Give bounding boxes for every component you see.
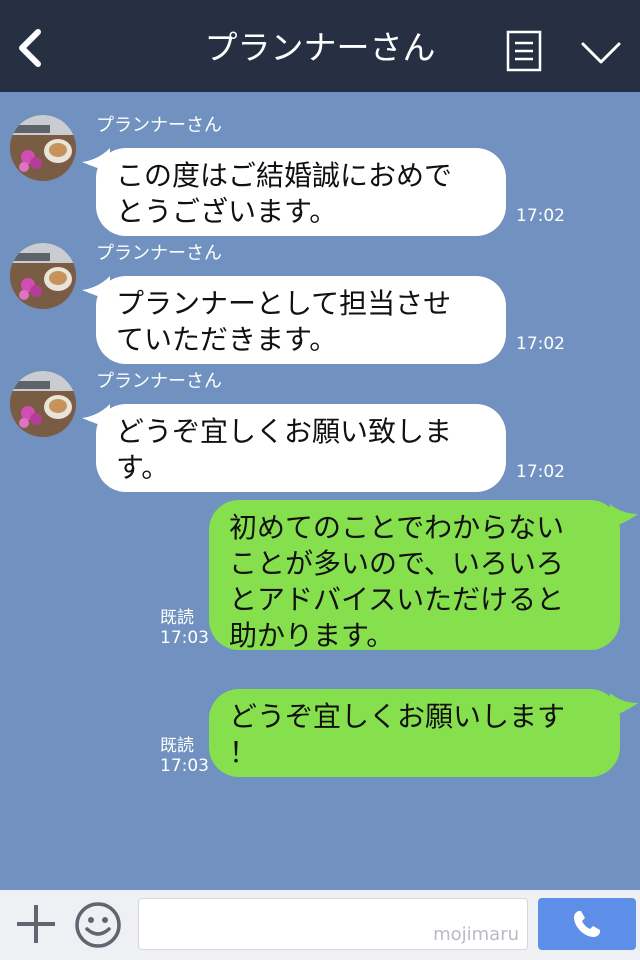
message-time: 17:02 (516, 334, 565, 354)
message-bubble[interactable]: どうぞ宜しくお願いします ！ (209, 689, 620, 777)
message-bubble[interactable]: 初めてのことでわからない ことが多いので、いろいろ とアドバイスいただけると 助… (209, 500, 620, 652)
bubble-tail (610, 693, 638, 717)
avatar-photo-icon (10, 243, 76, 309)
message-time: 17:02 (516, 462, 565, 482)
read-receipt: 既読 (160, 736, 194, 756)
message-bubble[interactable]: プランナーとして担当させ ていただきます。 (96, 276, 506, 364)
message-time: 17:02 (516, 206, 565, 226)
chevron-down-icon[interactable] (580, 40, 622, 66)
message-bubble[interactable]: この度はご結婚誠におめで とうございます。 (96, 148, 506, 236)
avatar[interactable] (10, 243, 76, 309)
smiley-icon[interactable] (74, 901, 122, 949)
message-bubble[interactable]: どうぞ宜しくお願い致しま す。 (96, 404, 506, 492)
chat-area[interactable]: プランナーさん この度はご結婚誠におめで とうございます。 17:02 プランナ… (0, 92, 640, 890)
sender-name: プランナーさん (96, 115, 222, 136)
avatar[interactable] (10, 371, 76, 437)
list-icon[interactable] (506, 30, 542, 72)
watermark: mojimaru (433, 924, 519, 945)
chat-header: プランナーさん (0, 0, 640, 92)
plus-icon[interactable] (16, 902, 56, 946)
message-time: 17:03 (160, 628, 209, 648)
phone-icon (574, 911, 600, 937)
avatar-photo-icon (10, 371, 76, 437)
avatar-photo-icon (10, 115, 76, 181)
read-receipt: 既読 (160, 608, 194, 628)
chat-title: プランナーさん (204, 28, 436, 67)
avatar[interactable] (10, 115, 76, 181)
message-input[interactable]: mojimaru (138, 898, 528, 950)
bubble-tail (610, 504, 638, 528)
sender-name: プランナーさん (96, 371, 222, 392)
message-time: 17:03 (160, 756, 209, 776)
call-button[interactable] (538, 898, 636, 950)
sender-name: プランナーさん (96, 243, 222, 264)
